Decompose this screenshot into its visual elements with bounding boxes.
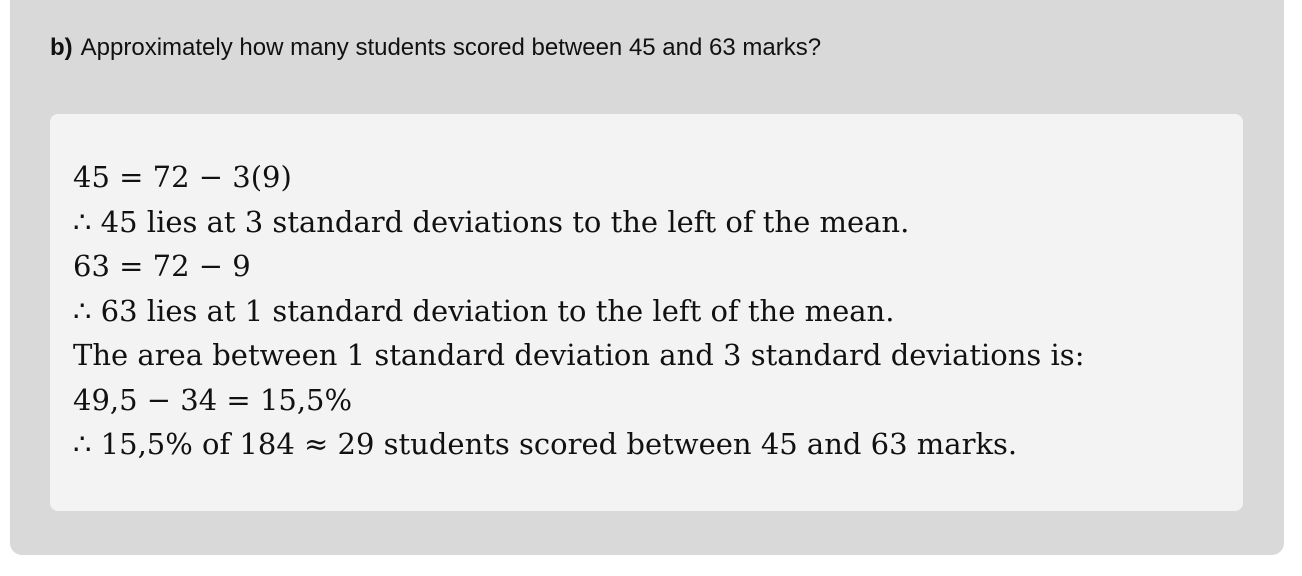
question-label: b) <box>50 34 73 61</box>
solution-box: 45 = 72 − 3(9) ∴ 45 lies at 3 standard d… <box>50 114 1243 511</box>
solution-line: ∴ 63 lies at 1 standard deviation to the… <box>73 293 895 328</box>
solution-lines: 45 = 72 − 3(9) ∴ 45 lies at 3 standard d… <box>73 155 1084 467</box>
question-text: Approximately how many students scored b… <box>80 34 822 61</box>
solution-line: The area between 1 standard deviation an… <box>73 338 1085 372</box>
solution-line: ∴ 15,5% of 184 ≈ 29 students scored betw… <box>73 427 1018 461</box>
question-prompt: b) Approximately how many students scored… <box>50 34 821 62</box>
solution-line: 45 = 72 − 3(9) <box>73 160 292 194</box>
solution-line: ∴ 45 lies at 3 standard deviations to th… <box>73 204 910 239</box>
question-card: b) Approximately how many students scored… <box>10 0 1284 555</box>
solution-line: 63 = 72 − 9 <box>73 249 251 283</box>
solution-line: 49,5 − 34 = 15,5% <box>73 382 353 417</box>
